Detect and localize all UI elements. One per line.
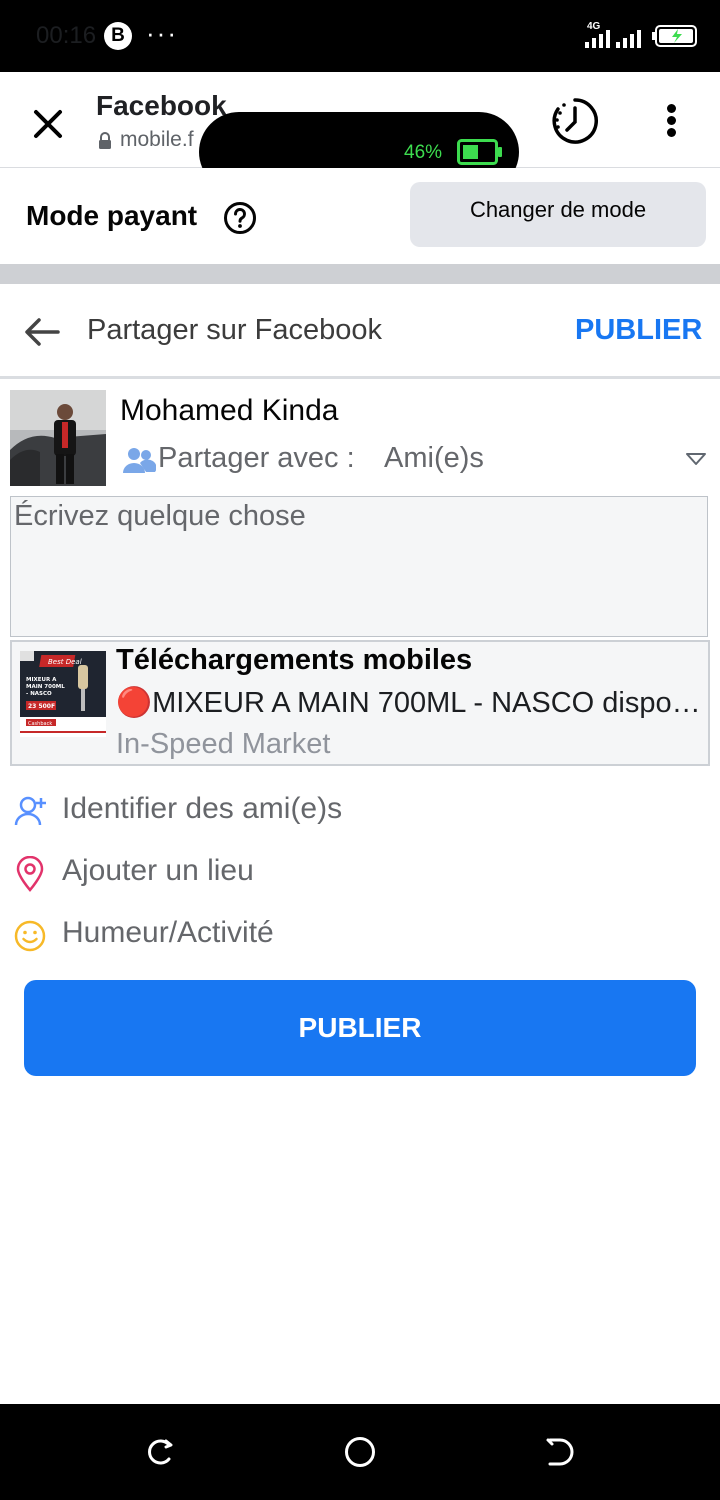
tag-friends-icon[interactable] (14, 794, 48, 828)
lock-icon (99, 132, 111, 149)
friends-icon (123, 448, 156, 473)
recent-apps-icon[interactable] (144, 1436, 176, 1468)
post-text-placeholder[interactable]: Écrivez quelque chose (14, 500, 306, 533)
ad-text-line2: MAIN 700ML (26, 684, 65, 690)
page-title: Partager sur Facebook (87, 314, 382, 346)
ad-price-text: 23 500F (28, 703, 55, 710)
publish-header-button[interactable]: PUBLIER (575, 314, 702, 347)
back-arrow-icon[interactable] (22, 316, 62, 348)
avatar (10, 390, 106, 486)
tag-friends-option[interactable]: Identifier des ami(e)s (62, 792, 342, 826)
data-mode-label: Mode payant (26, 200, 198, 231)
header-divider (0, 376, 720, 379)
link-preview-thumbnail: Best Deal MIXEUR A MAIN 700ML - NASCO 23… (20, 651, 106, 737)
home-icon[interactable] (344, 1436, 376, 1468)
browser-page-title: Facebook (96, 90, 227, 121)
back-icon[interactable] (544, 1436, 576, 1468)
link-preview-title: Téléchargements mobiles (116, 644, 473, 676)
add-location-option[interactable]: Ajouter un lieu (62, 854, 254, 888)
user-name: Mohamed Kinda (120, 394, 339, 427)
ad-text-line3: - NASCO (26, 691, 52, 697)
product-ad-image: Best Deal MIXEUR A MAIN 700ML - NASCO 23… (20, 651, 106, 737)
battery-percent: 46% (404, 142, 443, 163)
help-icon[interactable] (223, 201, 257, 235)
status-time: 00:16 (36, 22, 97, 49)
avatar-photo (10, 390, 106, 486)
close-icon[interactable] (28, 104, 68, 144)
battery-icon (652, 25, 697, 47)
more-options-icon[interactable] (660, 100, 684, 140)
mood-activity-option[interactable]: Humeur/Activité (62, 916, 274, 950)
ad-text-line1: MIXEUR A (26, 677, 57, 683)
chevron-down-icon[interactable] (685, 452, 707, 466)
app-notification-icon: B (104, 22, 132, 50)
section-divider (0, 264, 720, 284)
link-preview-source: In-Speed Market (116, 728, 331, 760)
link-preview-description: 🔴MIXEUR A MAIN 700ML - NASCO disponible (116, 687, 704, 719)
battery-level-icon (457, 139, 502, 165)
ad-cashback-text: Cashback (28, 721, 52, 727)
smiley-icon[interactable] (14, 920, 46, 952)
browser-url[interactable]: mobile.f (120, 128, 194, 152)
audience-selector[interactable]: Ami(e)s (384, 442, 484, 475)
more-notifications-icon: ··· (146, 18, 178, 48)
location-pin-icon[interactable] (16, 856, 44, 892)
change-mode-button[interactable]: Changer de mode (410, 182, 706, 247)
audience-label[interactable]: Partager avec : (158, 442, 355, 475)
ad-tag-text: Best Deal (48, 658, 82, 666)
signal-strength-icon (585, 30, 610, 48)
publish-button[interactable]: PUBLIER (24, 980, 696, 1076)
history-icon[interactable] (550, 96, 600, 146)
signal-strength-icon (616, 30, 641, 48)
